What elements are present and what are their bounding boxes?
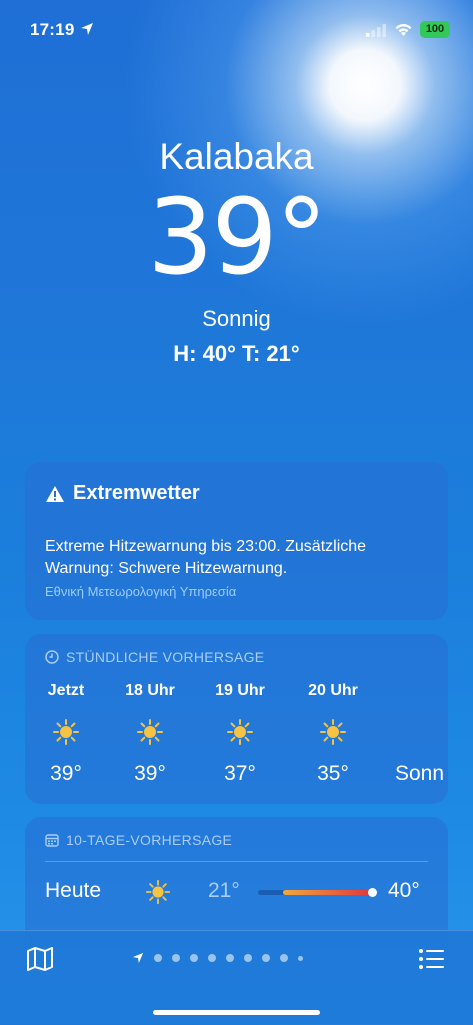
hourly-forecast-card[interactable]: STÜNDLICHE VORHERSAGE Jetzt 39° 18 Uhr 3… bbox=[25, 634, 448, 804]
tenday-header: 10-TAGE-VORHERSAGE bbox=[45, 832, 232, 848]
sun-icon bbox=[137, 719, 163, 745]
hourly-item: 20 Uhr 35° bbox=[300, 682, 366, 786]
page-dot[interactable] bbox=[154, 954, 162, 962]
list-icon[interactable] bbox=[418, 947, 446, 971]
current-temp-marker bbox=[368, 888, 377, 897]
status-time: 17:19 bbox=[30, 20, 75, 39]
hour-temp: 39° bbox=[50, 762, 82, 785]
bottom-toolbar bbox=[0, 930, 473, 1025]
clock-icon bbox=[45, 650, 59, 664]
wifi-icon bbox=[395, 24, 412, 36]
location-arrow-icon bbox=[132, 952, 144, 964]
hour-label bbox=[395, 682, 455, 706]
page-indicator[interactable] bbox=[132, 952, 303, 964]
page-dot[interactable] bbox=[244, 954, 252, 962]
temperature-range-bar bbox=[283, 890, 373, 895]
alert-title-text: Extremwetter bbox=[73, 482, 200, 504]
sun-icon bbox=[320, 719, 346, 745]
sunset-label: Sonn bbox=[395, 762, 445, 785]
day-low-temp: 21° bbox=[208, 879, 240, 902]
divider bbox=[45, 861, 428, 862]
cellular-signal-icon bbox=[366, 24, 386, 37]
hourly-item: Jetzt 39° bbox=[33, 682, 99, 786]
page-dot[interactable] bbox=[262, 954, 270, 962]
hourly-header: STÜNDLICHE VORHERSAGE bbox=[45, 649, 264, 665]
current-condition: Sonnig bbox=[202, 306, 271, 331]
page-dot[interactable] bbox=[172, 954, 180, 962]
hour-temp: 39° bbox=[134, 762, 166, 785]
hour-label: 19 Uhr bbox=[215, 682, 265, 699]
page-dot[interactable] bbox=[208, 954, 216, 962]
page-dot[interactable] bbox=[280, 954, 288, 962]
day-high-temp: 40° bbox=[388, 879, 420, 902]
current-temperature: 39° bbox=[147, 176, 327, 298]
sun-icon bbox=[145, 879, 171, 905]
alert-body: Extreme Hitzewarnung bis 23:00. Zusätzli… bbox=[45, 538, 367, 577]
hourly-item: 19 Uhr 37° bbox=[207, 682, 273, 786]
hour-label: 20 Uhr bbox=[308, 682, 358, 699]
sun-icon bbox=[53, 719, 79, 745]
high-low-temperature: H: 40° T: 21° bbox=[173, 341, 300, 366]
sun-icon bbox=[227, 719, 253, 745]
hourly-item: Sonn bbox=[395, 682, 455, 786]
city-name: Kalabaka bbox=[159, 136, 314, 177]
home-indicator[interactable] bbox=[153, 1010, 320, 1015]
page-dot[interactable] bbox=[298, 955, 303, 961]
day-name: Heute bbox=[45, 879, 102, 902]
alert-source-link[interactable]: Εθνική Μετεωρολογική Υπηρεσία bbox=[45, 584, 236, 599]
hour-temp: 37° bbox=[224, 762, 256, 785]
location-arrow-icon bbox=[81, 23, 93, 35]
hourly-item: 18 Uhr 39° bbox=[117, 682, 183, 786]
warning-icon bbox=[46, 485, 64, 502]
hour-temp: 35° bbox=[317, 762, 349, 785]
extreme-weather-card[interactable]: Extremwetter Extreme Hitzewarnung bis 23… bbox=[25, 462, 448, 620]
calendar-icon bbox=[45, 834, 59, 847]
page-dot[interactable] bbox=[190, 954, 198, 962]
hour-label: Jetzt bbox=[47, 682, 85, 699]
hourly-header-text: STÜNDLICHE VORHERSAGE bbox=[66, 649, 265, 665]
alert-title: Extremwetter bbox=[45, 482, 200, 505]
ten-day-forecast-card[interactable]: 10-TAGE-VORHERSAGE Heute 21° 40° bbox=[25, 817, 448, 947]
hour-label: 18 Uhr bbox=[125, 682, 175, 699]
page-dot[interactable] bbox=[226, 954, 234, 962]
map-icon[interactable] bbox=[26, 947, 54, 971]
battery-indicator: 100 bbox=[420, 21, 450, 38]
tenday-header-text: 10-TAGE-VORHERSAGE bbox=[66, 832, 233, 848]
